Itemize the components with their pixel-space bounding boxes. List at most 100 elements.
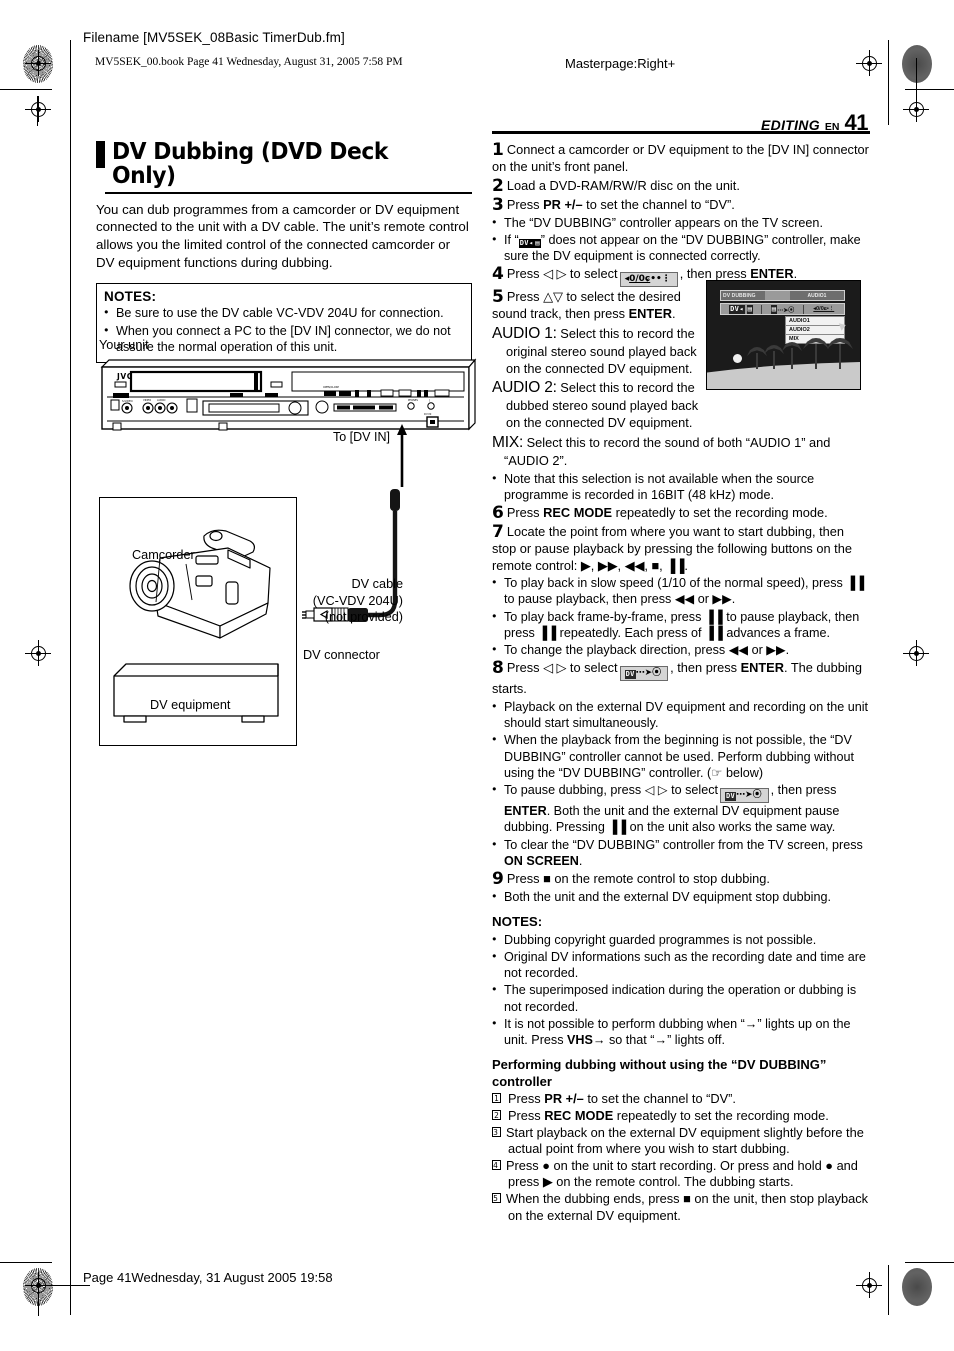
- sub-step-2-key: REC MODE: [544, 1107, 614, 1123]
- section-marker-bar: [96, 141, 105, 168]
- step-5: 5 Press △▽ to select the desired sound tr…: [492, 289, 707, 431]
- list-item: 1 Press PR +/– to set the channel to “DV”…: [492, 1091, 870, 1108]
- unit-front-panel-illustration: JVC S-VIDEO VIDEO AUDIO OPEN/CLOSE PHONE…: [99, 357, 479, 435]
- sub-step-1-pre: Press: [508, 1091, 545, 1107]
- dub-pause-chip-icon[interactable]: DV⋯➤⦿: [720, 788, 769, 804]
- tv-video-ground: [707, 362, 860, 389]
- dub-start-chip-icon[interactable]: DV⋯➤⦿: [619, 666, 669, 682]
- step-5-text-b: .: [671, 306, 676, 322]
- list-item: Note that this selection is not availabl…: [492, 471, 870, 503]
- osd-title: DV DUBBING: [721, 291, 765, 300]
- list-item: Original DV informations such as the rec…: [492, 949, 870, 981]
- step-9-text: Press ■ on the remote control to stop du…: [506, 871, 770, 887]
- notes-heading-left: NOTES:: [104, 289, 157, 305]
- step-3-pre: Press: [506, 196, 544, 212]
- step-9-bullets: Both the unit and the external DV equipm…: [492, 889, 870, 905]
- osd-cursor-pointer-icon: [838, 321, 848, 331]
- list-item: The superimposed indication during the o…: [492, 982, 870, 1014]
- osd-mode-label: AUDIO1: [790, 291, 844, 300]
- list-item: 5 When the dubbing ends, press ■ on the u…: [492, 1191, 870, 1224]
- tv-video-palm-3: [782, 342, 802, 369]
- crop-line-bottom-right: [905, 1262, 954, 1263]
- osd-title-bar: DV DUBBING AUDIO1: [720, 290, 845, 301]
- step-8-post: , then press: [670, 660, 741, 676]
- osd-dropdown-option-audio1[interactable]: AUDIO1: [786, 317, 844, 326]
- notes-heading-right: NOTES:: [492, 914, 543, 930]
- osd-dub-start-button[interactable]: ▤ ⋯➤⦿: [762, 304, 802, 314]
- notes-list-right: Dubbing copyright guarded programmes is …: [492, 932, 870, 1049]
- step-1: 1 Connect a camcorder or DV equipment to …: [492, 142, 870, 176]
- sub-step-5-pre: When the dubbing ends, press ■ on the un…: [506, 1191, 869, 1223]
- registration-mark-bottom-right: [856, 1272, 882, 1298]
- list-item: Playback on the external DV equipment an…: [492, 699, 870, 731]
- sub-procedure-heading: Performing dubbing without using the “DV…: [492, 1057, 827, 1089]
- title-underline-rule: [105, 192, 472, 194]
- header-rule: [492, 131, 870, 134]
- list-item: To change the playback direction, press …: [492, 642, 870, 658]
- header-bookline: MV5SEK_00.book Page 41 Wednesday, August…: [95, 56, 403, 68]
- diagram-label-dv-connector: DV connector: [303, 648, 380, 662]
- registration-mark-top-right: [856, 50, 882, 76]
- step-5-continued: MIX: Select this to record the sound of …: [492, 433, 870, 503]
- notes-box-left: NOTES: Be sure to use the DV cable VC-VD…: [96, 283, 472, 363]
- tv-video-palm-1: [747, 347, 767, 369]
- list-item: To play back in slow speed (1/10 of the …: [492, 575, 870, 607]
- audio-select-chip-icon[interactable]: ◂0/0ɕ••⋮: [619, 272, 678, 288]
- registration-mark-mid-left: [25, 96, 51, 122]
- sub-step-2-post: repeatedly to set the recording mode.: [613, 1107, 829, 1123]
- step-8-number: 8: [492, 658, 504, 679]
- svg-text:VIDEO: VIDEO: [143, 398, 151, 402]
- list-item: Both the unit and the external DV equipm…: [492, 889, 870, 905]
- registration-mark-right-low: [903, 640, 929, 666]
- sub-step-5-number: 5: [492, 1193, 501, 1204]
- step-2-number: 2: [492, 175, 504, 196]
- step-1-text: Connect a camcorder or DV equipment to t…: [492, 142, 869, 174]
- mix-definition: MIX: Select this to record the sound of …: [492, 433, 870, 470]
- left-column: DV Dubbing (DVD Deck Only) You can dub p…: [96, 139, 472, 363]
- step-3: 3 Press PR +/– to set the channel to “DV”…: [492, 196, 870, 265]
- tv-screen-illustration: DV DUBBING AUDIO1 DV◂ ▤ ▤ ⋯➤⦿ ◂0/0ɕ•⋮ AUDI…: [706, 280, 861, 390]
- diagram-label-your-unit: Your unit: [99, 338, 149, 352]
- step-8-onscreen-text: To clear the “DV DUBBING” controller fro…: [504, 837, 863, 852]
- tv-video-sun: [733, 354, 742, 363]
- osd-title-spacer: [765, 291, 790, 300]
- list-item: To pause dubbing, press ◁ ▷ to selectDV⋯…: [492, 782, 870, 835]
- sub-step-3-pre: Start playback on the external DV equipm…: [506, 1124, 864, 1157]
- list-item: 2 Press REC MODE repeatedly to set the re…: [492, 1108, 870, 1125]
- osd-dropdown-option-audio2[interactable]: AUDIO2: [786, 326, 844, 335]
- audio2-term: AUDIO 2:: [492, 379, 557, 397]
- osd-audio-select-button[interactable]: ◂0/0ɕ•⋮: [804, 306, 844, 312]
- step-2: 2 Load a DVD-RAM/RW/R disc on the unit.: [492, 175, 870, 196]
- header-filename: Filename [MV5SEK_08Basic TimerDub.fm]: [83, 30, 345, 45]
- step-8-enter-key: ENTER: [740, 660, 784, 676]
- step-6-pre: Press: [506, 504, 544, 520]
- svg-text:PHONES: PHONES: [408, 399, 418, 402]
- step-6: 6 Press REC MODE repeatedly to set the re…: [492, 504, 870, 522]
- sub-step-1-number: 1: [492, 1093, 501, 1104]
- list-item: If “DV◂▤” does not appear on the “DV DUB…: [492, 232, 870, 264]
- tv-video-palm-2: [764, 345, 784, 369]
- step-5-number: 5: [492, 287, 504, 308]
- svg-text:OPEN/CLOSE: OPEN/CLOSE: [323, 385, 339, 389]
- list-item: Dubbing copyright guarded programmes is …: [492, 932, 870, 948]
- list-item: Be sure to use the DV cable VC-VDV 204U …: [104, 305, 464, 321]
- diagram-label-to-dv-in: To [DV IN]: [333, 430, 390, 444]
- osd-dv-in-button[interactable]: DV◂ ▤: [721, 304, 761, 314]
- page-left-rule: [70, 40, 71, 1315]
- dv-in-indicator-icon: DV◂: [518, 238, 535, 248]
- step-8-bullets: Playback on the external DV equipment an…: [492, 699, 870, 869]
- step-5-bullets: Note that this selection is not availabl…: [492, 471, 870, 503]
- list-item: To play back frame-by-frame, press ▐▐ to…: [492, 609, 870, 641]
- footer-text: Page 41Wednesday, 31 August 2005 19:58: [83, 1270, 333, 1285]
- crop-line-top-left: [0, 89, 52, 90]
- step-3-bullet2-b: ” does not appear on the “DV DUBBING” co…: [504, 232, 861, 264]
- step-2-text: Load a DVD-RAM/RW/R disc on the unit.: [506, 177, 740, 193]
- density-patch-top-right: [902, 45, 932, 83]
- sub-step-3-number: 3: [492, 1126, 501, 1137]
- audio1-definition: AUDIO 1: Select this to record the origi…: [492, 324, 707, 377]
- page-right-rule: [888, 40, 889, 125]
- intro-paragraph: You can dub programmes from a camcorder …: [96, 201, 469, 270]
- step-3-post: to set the channel to “DV”.: [582, 196, 735, 212]
- step-7-text: Locate the point from where you want to …: [492, 523, 852, 573]
- list-item: The “DV DUBBING” controller appears on t…: [492, 215, 870, 231]
